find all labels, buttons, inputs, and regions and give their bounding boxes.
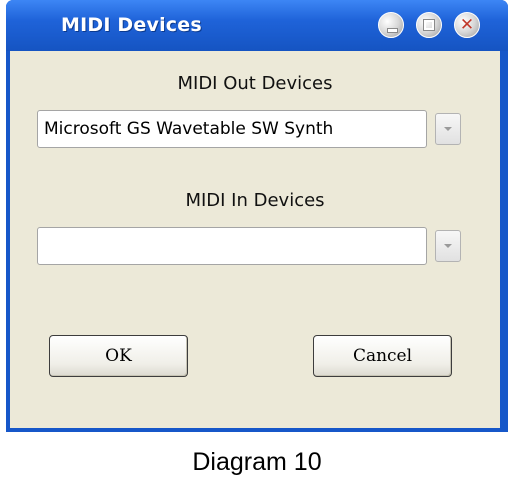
page: MIDI Devices ✕ MIDI Out Devices Microsof… [0,0,514,486]
midi-devices-dialog: MIDI Devices ✕ MIDI Out Devices Microsof… [6,0,508,432]
minimize-icon [387,28,398,33]
close-button[interactable]: ✕ [454,12,480,38]
window-title: MIDI Devices [61,14,202,36]
maximize-icon [423,19,435,31]
ok-button[interactable]: OK [49,335,188,377]
chevron-down-icon [444,244,452,248]
minimize-button[interactable] [378,12,404,38]
midi-in-select[interactable] [37,227,427,265]
dialog-body: MIDI Out Devices Microsoft GS Wavetable … [10,51,500,428]
midi-out-selected-value: Microsoft GS Wavetable SW Synth [44,119,334,139]
midi-out-label: MIDI Out Devices [177,73,333,94]
title-bar[interactable]: MIDI Devices ✕ [6,0,508,51]
midi-in-label: MIDI In Devices [185,190,325,211]
close-icon: ✕ [459,15,475,35]
midi-in-dropdown-button[interactable] [435,230,461,262]
midi-out-dropdown-button[interactable] [435,113,461,145]
cancel-button[interactable]: Cancel [313,335,452,377]
diagram-caption: Diagram 10 [192,448,322,476]
midi-out-select[interactable]: Microsoft GS Wavetable SW Synth [37,110,427,148]
maximize-button[interactable] [416,12,442,38]
chevron-down-icon [444,127,452,131]
